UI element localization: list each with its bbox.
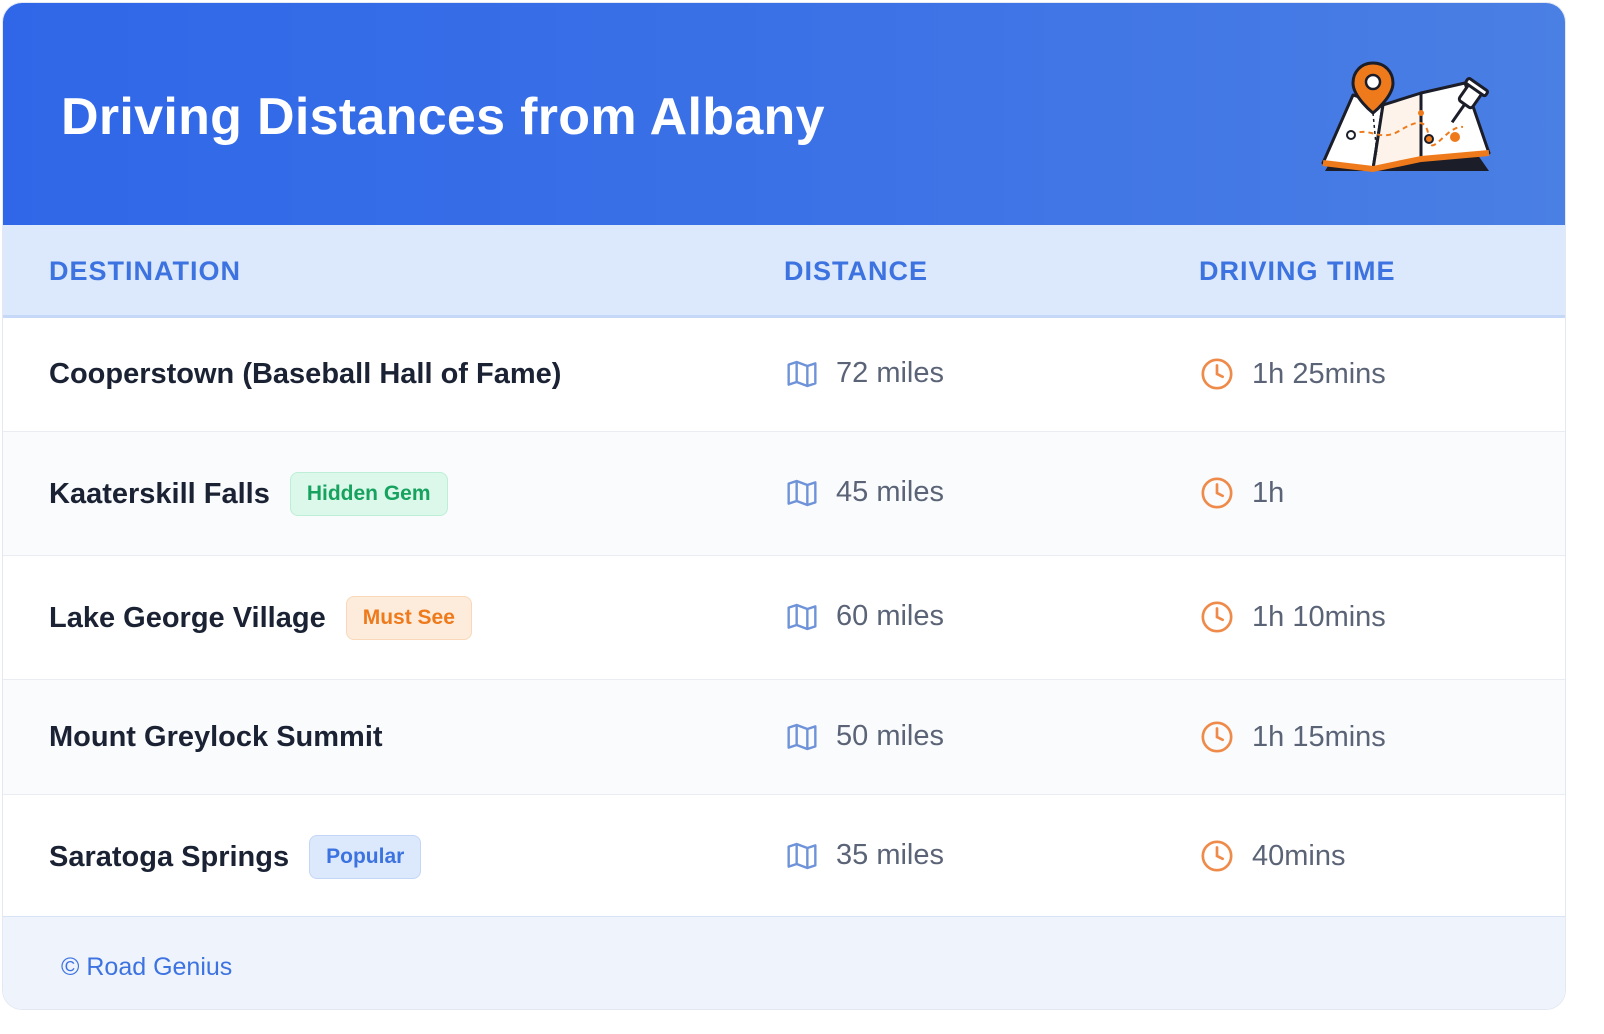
map-icon <box>787 360 817 387</box>
distance-cell: 60 miles <box>786 600 944 633</box>
destination-name: Cooperstown (Baseball Hall of Fame) <box>49 358 562 390</box>
time-cell: 40mins <box>1200 839 1346 873</box>
distance-cell: 72 miles <box>786 357 944 390</box>
popular-badge: Popular <box>309 835 422 879</box>
folded-map-with-pin-icon <box>1321 61 1491 172</box>
destination-cell: Cooperstown (Baseball Hall of Fame) <box>49 358 561 391</box>
column-header-driving-time: DRIVING TIME <box>1199 256 1396 286</box>
destination-cell: Lake George Village Must See <box>49 596 472 640</box>
card-header: Driving Distances from Albany <box>3 3 1565 225</box>
time-value: 1h 25mins <box>1252 357 1386 390</box>
time-value: 40mins <box>1252 839 1346 872</box>
destination-cell: Mount Greylock Summit <box>49 721 383 754</box>
distance-cell: 45 miles <box>786 476 944 509</box>
destination-name: Lake George Village <box>49 601 326 634</box>
hidden-gem-badge: Hidden Gem <box>289 472 448 516</box>
distance-value: 50 miles <box>836 720 944 752</box>
time-cell: 1h 10mins <box>1200 600 1386 634</box>
map-icon <box>787 723 817 750</box>
clock-icon <box>1201 477 1233 509</box>
page-title: Driving Distances from Albany <box>61 88 825 146</box>
clock-icon <box>1201 601 1233 633</box>
card-footer: © Road Genius <box>3 916 1565 1009</box>
copyright-text: © Road Genius <box>61 953 233 981</box>
column-header-distance: DISTANCE <box>784 256 929 286</box>
map-icon <box>787 479 817 506</box>
table-row: Mount Greylock Summit 50 miles 1h 15mins <box>3 680 1565 795</box>
distance-value: 72 miles <box>836 357 944 389</box>
distance-cell: 35 miles <box>786 839 944 872</box>
table-header: DESTINATION DISTANCE DRIVING TIME <box>3 225 1565 318</box>
clock-icon <box>1201 840 1233 872</box>
time-value: 1h 15mins <box>1252 720 1386 753</box>
time-cell: 1h 15mins <box>1200 720 1386 754</box>
distance-value: 60 miles <box>836 600 944 632</box>
distance-cell: 50 miles <box>786 720 944 753</box>
distance-value: 45 miles <box>836 476 944 508</box>
distance-card: Driving Distances from Albany DESTINATIO… <box>2 2 1566 1010</box>
table-row: Kaaterskill Falls Hidden Gem 45 miles 1h <box>3 432 1565 556</box>
clock-icon <box>1201 358 1233 390</box>
time-value: 1h 10mins <box>1252 600 1386 633</box>
time-value: 1h <box>1252 476 1285 509</box>
table-row: Saratoga Springs Popular 35 miles 40mins <box>3 795 1565 916</box>
distance-value: 35 miles <box>836 839 944 871</box>
destination-cell: Kaaterskill Falls Hidden Gem <box>49 472 448 516</box>
map-icon <box>787 603 817 630</box>
must-see-badge: Must See <box>345 596 472 640</box>
destination-name: Saratoga Springs <box>49 840 290 873</box>
time-cell: 1h <box>1200 476 1284 510</box>
destination-cell: Saratoga Springs Popular <box>49 835 422 879</box>
table-row: Cooperstown (Baseball Hall of Fame) 72 m… <box>3 318 1565 432</box>
time-cell: 1h 25mins <box>1200 357 1386 391</box>
destination-name: Mount Greylock Summit <box>49 721 383 753</box>
destination-name: Kaaterskill Falls <box>49 477 270 510</box>
clock-icon <box>1201 721 1233 753</box>
column-header-destination: DESTINATION <box>49 256 241 286</box>
map-icon <box>787 842 817 869</box>
table-row: Lake George Village Must See 60 miles 1h… <box>3 556 1565 680</box>
